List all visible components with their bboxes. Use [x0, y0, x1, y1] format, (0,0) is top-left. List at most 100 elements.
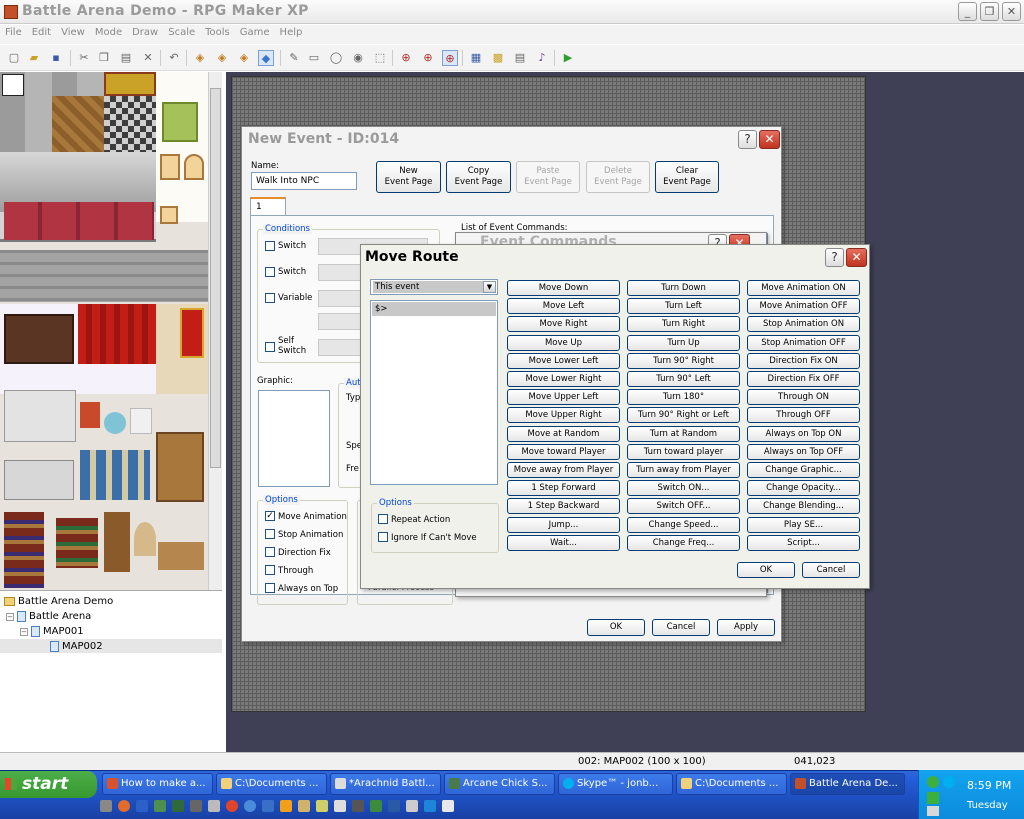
move-cmd-col1-13-button[interactable]: Jump... [507, 516, 620, 533]
help-button[interactable]: ? [825, 248, 844, 267]
launch-icon[interactable] [190, 800, 202, 812]
move-cmd-col3-10-button[interactable]: Change Graphic... [747, 462, 860, 478]
graphic-preview[interactable] [258, 390, 330, 487]
cut-icon[interactable]: ✂ [76, 50, 92, 66]
save-icon[interactable]: ▪ [48, 50, 64, 66]
move-cmd-col1-6-button[interactable]: Move Upper Left [507, 389, 620, 406]
materialbase-icon[interactable]: ▩ [490, 50, 506, 66]
launch-icon[interactable] [298, 800, 310, 812]
move-cmd-col1-1-button[interactable]: Move Left [507, 298, 620, 315]
tree-map001[interactable]: − MAP001 [20, 626, 84, 637]
opt-through-checkbox[interactable] [265, 565, 275, 575]
menu-view[interactable]: View [56, 25, 90, 40]
network-icon[interactable] [927, 776, 939, 788]
close-button[interactable]: ✕ [1002, 2, 1021, 21]
route-list-item[interactable]: $> [372, 302, 496, 316]
move-cmd-col1-3-button[interactable]: Move Up [507, 334, 620, 351]
move-cmd-col2-3-button[interactable]: Turn Up [627, 334, 740, 351]
copy-icon[interactable]: ❐ [96, 50, 112, 66]
repeat-action-checkbox[interactable] [378, 514, 388, 524]
firefox-icon[interactable] [118, 800, 130, 812]
tree-map002[interactable]: MAP002 [0, 639, 222, 653]
move-cmd-col3-13-button[interactable]: Play SE... [747, 516, 860, 533]
launch-icon[interactable] [406, 800, 418, 812]
help-button[interactable]: ? [738, 130, 757, 149]
launch-icon[interactable] [388, 800, 400, 812]
route-command-list[interactable]: $> [370, 300, 498, 485]
move-cmd-col3-12-button[interactable]: Change Blending... [747, 498, 860, 515]
move-cmd-col1-8-button[interactable]: Move at Random [507, 425, 620, 442]
new-icon[interactable]: ▢ [6, 50, 22, 66]
skype-tray-icon[interactable] [943, 776, 955, 788]
move-cmd-col1-2-button[interactable]: Move Right [507, 316, 620, 333]
launch-icon[interactable] [244, 800, 256, 812]
zoom-quarter-icon[interactable]: ⊕ [442, 50, 458, 66]
move-route-close-button[interactable]: ✕ [846, 248, 867, 267]
move-cmd-col3-8-button[interactable]: Always on Top ON [747, 425, 860, 442]
layer1-icon[interactable]: ◈ [192, 50, 208, 66]
opt-direction-fix-checkbox[interactable] [265, 547, 275, 557]
delete-icon[interactable]: ✕ [140, 50, 156, 66]
move-cmd-col3-1-button[interactable]: Move Animation OFF [747, 298, 860, 315]
cond-switch2-checkbox[interactable] [265, 267, 275, 277]
move-cmd-col2-9-button[interactable]: Turn toward player [627, 443, 740, 460]
move-cmd-col1-11-button[interactable]: 1 Step Forward [507, 480, 620, 497]
minimize-button[interactable]: _ [958, 2, 977, 21]
move-cmd-col1-9-button[interactable]: Move toward Player [507, 443, 620, 460]
move-cmd-col3-3-button[interactable]: Stop Animation OFF [747, 334, 860, 351]
move-cmd-col2-12-button[interactable]: Switch OFF... [627, 498, 740, 515]
move-cmd-col3-7-button[interactable]: Through OFF [747, 407, 860, 424]
opt-stop-animation-checkbox[interactable] [265, 529, 275, 539]
move-cmd-col3-4-button[interactable]: Direction Fix ON [747, 352, 860, 369]
move-cmd-col2-1-button[interactable]: Turn Left [627, 298, 740, 315]
events-layer-icon[interactable]: ◆ [258, 50, 274, 66]
layer2-icon[interactable]: ◈ [214, 50, 230, 66]
pencil-icon[interactable]: ✎ [286, 50, 302, 66]
collapse-icon[interactable]: − [6, 612, 14, 621]
task-documents-2[interactable]: C:\Documents ... [676, 773, 787, 795]
launch-icon[interactable] [352, 800, 364, 812]
task-skype[interactable]: Skype™ - jonb... [558, 773, 673, 795]
paste-event-page-button[interactable]: Paste Event Page [516, 161, 580, 193]
move-cmd-col1-10-button[interactable]: Move away from Player [507, 462, 620, 478]
menu-draw[interactable]: Draw [127, 25, 163, 40]
move-cmd-col3-9-button[interactable]: Always on Top OFF [747, 443, 860, 460]
launch-icon[interactable] [442, 800, 454, 812]
event-cancel-button[interactable]: Cancel [652, 619, 710, 636]
playtest-icon[interactable]: ▶ [560, 50, 576, 66]
move-cmd-col1-7-button[interactable]: Move Upper Right [507, 407, 620, 424]
explorer-icon[interactable] [136, 800, 148, 812]
move-cmd-col2-8-button[interactable]: Turn at Random [627, 425, 740, 442]
start-button[interactable]: start [0, 771, 97, 798]
launch-icon[interactable] [154, 800, 166, 812]
move-cmd-col3-11-button[interactable]: Change Opacity... [747, 480, 860, 497]
menu-edit[interactable]: Edit [27, 25, 56, 40]
menu-game[interactable]: Game [235, 25, 275, 40]
tree-root[interactable]: Battle Arena Demo [4, 596, 113, 607]
tab-page-1[interactable]: 1 [250, 197, 286, 215]
open-icon[interactable]: ▰ [26, 50, 42, 66]
map-tree[interactable]: Battle Arena Demo − Battle Arena − MAP001 … [0, 590, 222, 752]
launch-icon[interactable] [100, 800, 112, 812]
task-arcane-chick[interactable]: Arcane Chick S... [444, 773, 555, 795]
move-cmd-col1-14-button[interactable]: Wait... [507, 534, 620, 551]
move-cmd-col1-5-button[interactable]: Move Lower Right [507, 371, 620, 387]
clear-event-page-button[interactable]: Clear Event Page [655, 161, 719, 193]
launch-icon[interactable] [370, 800, 382, 812]
task-documents-1[interactable]: C:\Documents ... [216, 773, 327, 795]
menu-file[interactable]: File [0, 25, 27, 40]
move-cmd-col2-2-button[interactable]: Turn Right [627, 316, 740, 333]
move-cmd-col1-0-button[interactable]: Move Down [507, 280, 620, 296]
event-close-button[interactable]: ✕ [759, 130, 780, 149]
move-cmd-col2-0-button[interactable]: Turn Down [627, 280, 740, 296]
move-cmd-col2-14-button[interactable]: Change Freq... [627, 534, 740, 551]
cond-self-switch-checkbox[interactable] [265, 342, 275, 352]
move-route-cancel-button[interactable]: Cancel [802, 562, 860, 578]
database-icon[interactable]: ▦ [468, 50, 484, 66]
launch-icon[interactable] [172, 800, 184, 812]
launch-icon[interactable] [226, 800, 238, 812]
target-select[interactable]: This event ▼ [370, 279, 498, 295]
tree-project[interactable]: − Battle Arena [6, 611, 91, 622]
event-apply-button[interactable]: Apply [717, 619, 775, 636]
launch-icon[interactable] [262, 800, 274, 812]
